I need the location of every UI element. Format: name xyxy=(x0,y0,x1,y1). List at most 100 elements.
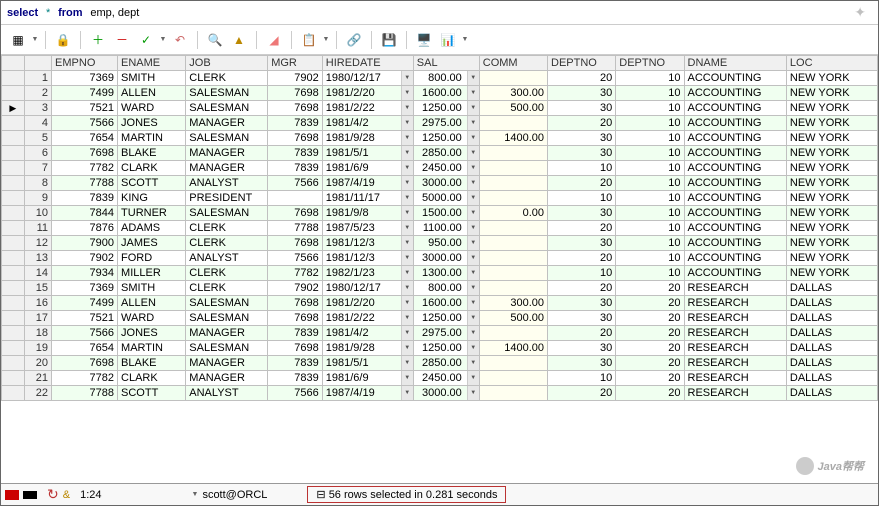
cell-deptno1[interactable]: 20 xyxy=(548,251,616,266)
cell-comm[interactable]: 500.00 xyxy=(479,311,547,326)
cell-deptno1[interactable]: 30 xyxy=(548,86,616,101)
cell-dname[interactable]: ACCOUNTING xyxy=(684,206,786,221)
cell-hiredate[interactable]: 1981/5/1▼ xyxy=(322,356,413,371)
cell-dname[interactable]: RESEARCH xyxy=(684,311,786,326)
cell-mgr[interactable]: 7698 xyxy=(268,86,323,101)
cell-deptno1[interactable]: 20 xyxy=(548,71,616,86)
cell-comm[interactable] xyxy=(479,146,547,161)
cell-loc[interactable]: NEW YORK xyxy=(786,191,877,206)
cell-ename[interactable]: JONES xyxy=(118,326,186,341)
cell-ename[interactable]: ALLEN xyxy=(118,296,186,311)
cell-deptno2[interactable]: 20 xyxy=(616,341,684,356)
cell-dropdown-icon[interactable]: ▼ xyxy=(467,356,479,370)
column-header[interactable]: DEPTNO xyxy=(616,56,684,71)
cell-mgr[interactable]: 7566 xyxy=(268,176,323,191)
dropdown-icon[interactable]: ▼ xyxy=(159,30,167,50)
results-grid[interactable]: EMPNOENAMEJOBMGRHIREDATESALCOMMDEPTNODEP… xyxy=(1,55,878,475)
cell-sal[interactable]: 1600.00▼ xyxy=(413,296,479,311)
table-row[interactable]: 27499ALLENSALESMAN76981981/2/20▼1600.00▼… xyxy=(2,86,878,101)
cell-empno[interactable]: 7788 xyxy=(52,176,118,191)
cell-dropdown-icon[interactable]: ▼ xyxy=(467,371,479,385)
cell-comm[interactable]: 1400.00 xyxy=(479,341,547,356)
cell-loc[interactable]: DALLAS xyxy=(786,311,877,326)
cell-comm[interactable] xyxy=(479,356,547,371)
cell-empno[interactable]: 7499 xyxy=(52,86,118,101)
cell-dropdown-icon[interactable]: ▼ xyxy=(401,296,413,310)
cell-mgr[interactable]: 7839 xyxy=(268,146,323,161)
cell-empno[interactable]: 7566 xyxy=(52,116,118,131)
cell-hiredate[interactable]: 1981/11/17▼ xyxy=(322,191,413,206)
cell-loc[interactable]: DALLAS xyxy=(786,341,877,356)
cell-dropdown-icon[interactable]: ▼ xyxy=(467,296,479,310)
column-header[interactable]: COMM xyxy=(479,56,547,71)
cell-deptno2[interactable]: 10 xyxy=(616,86,684,101)
cell-mgr[interactable]: 7788 xyxy=(268,221,323,236)
cell-hiredate[interactable]: 1981/6/9▼ xyxy=(322,161,413,176)
cell-sal[interactable]: 3000.00▼ xyxy=(413,176,479,191)
cell-job[interactable]: SALESMAN xyxy=(186,311,268,326)
cell-mgr[interactable]: 7902 xyxy=(268,281,323,296)
cell-sal[interactable]: 2450.00▼ xyxy=(413,371,479,386)
cell-dropdown-icon[interactable]: ▼ xyxy=(401,71,413,85)
cell-deptno2[interactable]: 10 xyxy=(616,116,684,131)
table-row[interactable]: 17369SMITHCLERK79021980/12/17▼800.00▼201… xyxy=(2,71,878,86)
cell-dname[interactable]: RESEARCH xyxy=(684,296,786,311)
cell-deptno1[interactable]: 30 xyxy=(548,206,616,221)
column-header[interactable]: ENAME xyxy=(118,56,186,71)
cell-mgr[interactable]: 7698 xyxy=(268,131,323,146)
cell-dname[interactable]: RESEARCH xyxy=(684,356,786,371)
cell-empno[interactable]: 7788 xyxy=(52,386,118,401)
cell-deptno1[interactable]: 30 xyxy=(548,311,616,326)
cell-comm[interactable] xyxy=(479,191,547,206)
cell-dname[interactable]: RESEARCH xyxy=(684,281,786,296)
cell-dropdown-icon[interactable]: ▼ xyxy=(467,326,479,340)
cell-comm[interactable] xyxy=(479,386,547,401)
cell-sal[interactable]: 2850.00▼ xyxy=(413,356,479,371)
cell-hiredate[interactable]: 1987/4/19▼ xyxy=(322,386,413,401)
cell-deptno2[interactable]: 10 xyxy=(616,266,684,281)
cell-comm[interactable] xyxy=(479,116,547,131)
cell-empno[interactable]: 7521 xyxy=(52,101,118,116)
cell-dropdown-icon[interactable]: ▼ xyxy=(401,146,413,160)
cell-loc[interactable]: DALLAS xyxy=(786,371,877,386)
cell-dropdown-icon[interactable]: ▼ xyxy=(401,266,413,280)
commit-button[interactable]: ✓ xyxy=(135,30,157,50)
cell-empno[interactable]: 7900 xyxy=(52,236,118,251)
cell-deptno1[interactable]: 20 xyxy=(548,221,616,236)
cell-mgr[interactable]: 7566 xyxy=(268,386,323,401)
table-row[interactable]: 67698BLAKEMANAGER78391981/5/1▼2850.00▼30… xyxy=(2,146,878,161)
table-row[interactable]: 47566JONESMANAGER78391981/4/2▼2975.00▼20… xyxy=(2,116,878,131)
cell-dropdown-icon[interactable]: ▼ xyxy=(401,131,413,145)
cell-mgr[interactable]: 7698 xyxy=(268,101,323,116)
cell-dropdown-icon[interactable]: ▼ xyxy=(401,326,413,340)
cell-ename[interactable]: KING xyxy=(118,191,186,206)
column-header[interactable]: DNAME xyxy=(684,56,786,71)
cell-dropdown-icon[interactable]: ▼ xyxy=(401,311,413,325)
cell-job[interactable]: CLERK xyxy=(186,221,268,236)
cell-job[interactable]: MANAGER xyxy=(186,326,268,341)
cell-job[interactable]: CLERK xyxy=(186,266,268,281)
cell-dname[interactable]: ACCOUNTING xyxy=(684,221,786,236)
cell-loc[interactable]: NEW YORK xyxy=(786,86,877,101)
cell-ename[interactable]: BLAKE xyxy=(118,356,186,371)
cell-deptno2[interactable]: 10 xyxy=(616,206,684,221)
cell-deptno1[interactable]: 20 xyxy=(548,386,616,401)
cell-empno[interactable]: 7782 xyxy=(52,161,118,176)
cell-dname[interactable]: ACCOUNTING xyxy=(684,191,786,206)
cell-loc[interactable]: NEW YORK xyxy=(786,116,877,131)
cell-deptno1[interactable]: 30 xyxy=(548,101,616,116)
cell-job[interactable]: SALESMAN xyxy=(186,131,268,146)
cell-dropdown-icon[interactable]: ▼ xyxy=(467,341,479,355)
cell-dname[interactable]: ACCOUNTING xyxy=(684,146,786,161)
cell-empno[interactable]: 7521 xyxy=(52,311,118,326)
cell-hiredate[interactable]: 1980/12/17▼ xyxy=(322,71,413,86)
cell-hiredate[interactable]: 1982/1/23▼ xyxy=(322,266,413,281)
cell-hiredate[interactable]: 1981/9/8▼ xyxy=(322,206,413,221)
cell-dropdown-icon[interactable]: ▼ xyxy=(401,116,413,130)
cell-dropdown-icon[interactable]: ▼ xyxy=(467,191,479,205)
cell-ename[interactable]: SMITH xyxy=(118,71,186,86)
column-header[interactable]: LOC xyxy=(786,56,877,71)
cell-deptno2[interactable]: 20 xyxy=(616,356,684,371)
cell-deptno1[interactable]: 10 xyxy=(548,161,616,176)
cell-sal[interactable]: 2975.00▼ xyxy=(413,116,479,131)
